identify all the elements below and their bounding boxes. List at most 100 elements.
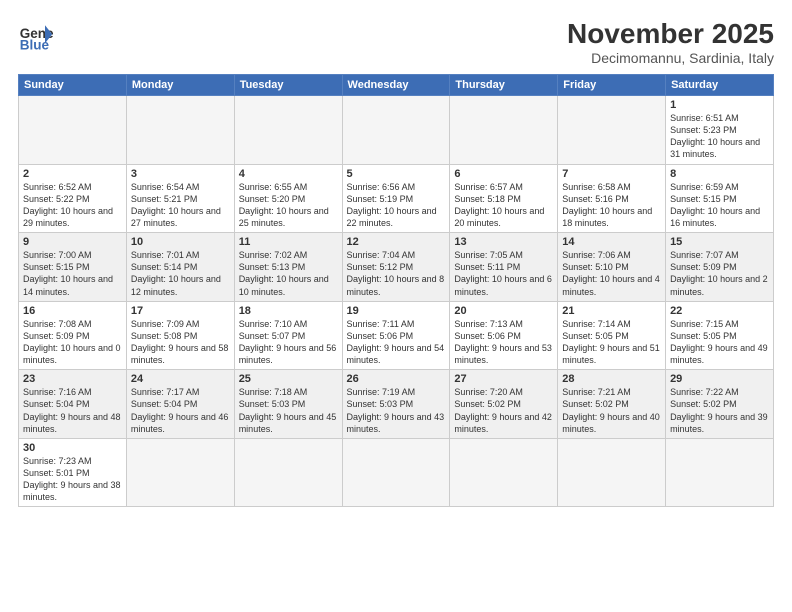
day-number: 30 xyxy=(23,442,122,454)
day-info: Sunrise: 7:06 AM Sunset: 5:10 PM Dayligh… xyxy=(562,249,661,298)
day-number: 6 xyxy=(454,168,553,180)
calendar-cell xyxy=(126,96,234,165)
weekday-header-row: Sunday Monday Tuesday Wednesday Thursday… xyxy=(19,75,774,96)
day-info: Sunrise: 7:19 AM Sunset: 5:03 PM Dayligh… xyxy=(347,386,446,435)
day-info: Sunrise: 7:08 AM Sunset: 5:09 PM Dayligh… xyxy=(23,318,122,367)
day-info: Sunrise: 7:18 AM Sunset: 5:03 PM Dayligh… xyxy=(239,386,338,435)
calendar-cell: 25Sunrise: 7:18 AM Sunset: 5:03 PM Dayli… xyxy=(234,370,342,439)
day-info: Sunrise: 7:22 AM Sunset: 5:02 PM Dayligh… xyxy=(670,386,769,435)
calendar-cell xyxy=(450,438,558,507)
day-info: Sunrise: 7:14 AM Sunset: 5:05 PM Dayligh… xyxy=(562,318,661,367)
calendar-cell xyxy=(666,438,774,507)
calendar-cell xyxy=(342,438,450,507)
calendar-cell xyxy=(234,96,342,165)
day-number: 5 xyxy=(347,168,446,180)
calendar-cell: 15Sunrise: 7:07 AM Sunset: 5:09 PM Dayli… xyxy=(666,233,774,302)
calendar-cell: 6Sunrise: 6:57 AM Sunset: 5:18 PM Daylig… xyxy=(450,164,558,233)
calendar-cell: 23Sunrise: 7:16 AM Sunset: 5:04 PM Dayli… xyxy=(19,370,127,439)
day-number: 24 xyxy=(131,373,230,385)
calendar-week-row-5: 30Sunrise: 7:23 AM Sunset: 5:01 PM Dayli… xyxy=(19,438,774,507)
day-info: Sunrise: 7:05 AM Sunset: 5:11 PM Dayligh… xyxy=(454,249,553,298)
calendar-cell: 19Sunrise: 7:11 AM Sunset: 5:06 PM Dayli… xyxy=(342,301,450,370)
day-number: 8 xyxy=(670,168,769,180)
day-info: Sunrise: 6:55 AM Sunset: 5:20 PM Dayligh… xyxy=(239,181,338,230)
calendar-cell: 1Sunrise: 6:51 AM Sunset: 5:23 PM Daylig… xyxy=(666,96,774,165)
day-info: Sunrise: 6:57 AM Sunset: 5:18 PM Dayligh… xyxy=(454,181,553,230)
day-number: 17 xyxy=(131,305,230,317)
calendar-cell: 30Sunrise: 7:23 AM Sunset: 5:01 PM Dayli… xyxy=(19,438,127,507)
logo: General Blue xyxy=(18,18,54,54)
day-number: 28 xyxy=(562,373,661,385)
calendar-cell: 17Sunrise: 7:09 AM Sunset: 5:08 PM Dayli… xyxy=(126,301,234,370)
day-number: 2 xyxy=(23,168,122,180)
header-monday: Monday xyxy=(126,75,234,96)
month-title: November 2025 xyxy=(567,18,774,50)
day-number: 22 xyxy=(670,305,769,317)
calendar-cell: 28Sunrise: 7:21 AM Sunset: 5:02 PM Dayli… xyxy=(558,370,666,439)
day-info: Sunrise: 7:10 AM Sunset: 5:07 PM Dayligh… xyxy=(239,318,338,367)
calendar-cell: 8Sunrise: 6:59 AM Sunset: 5:15 PM Daylig… xyxy=(666,164,774,233)
day-number: 3 xyxy=(131,168,230,180)
calendar-cell: 7Sunrise: 6:58 AM Sunset: 5:16 PM Daylig… xyxy=(558,164,666,233)
calendar-cell: 3Sunrise: 6:54 AM Sunset: 5:21 PM Daylig… xyxy=(126,164,234,233)
calendar-cell: 4Sunrise: 6:55 AM Sunset: 5:20 PM Daylig… xyxy=(234,164,342,233)
calendar-cell xyxy=(558,438,666,507)
day-info: Sunrise: 6:58 AM Sunset: 5:16 PM Dayligh… xyxy=(562,181,661,230)
header: General Blue November 2025 Decimomannu, … xyxy=(18,18,774,66)
page: General Blue November 2025 Decimomannu, … xyxy=(0,0,792,612)
day-info: Sunrise: 7:16 AM Sunset: 5:04 PM Dayligh… xyxy=(23,386,122,435)
day-number: 15 xyxy=(670,236,769,248)
day-number: 4 xyxy=(239,168,338,180)
calendar-cell: 12Sunrise: 7:04 AM Sunset: 5:12 PM Dayli… xyxy=(342,233,450,302)
location: Decimomannu, Sardinia, Italy xyxy=(567,50,774,66)
day-number: 21 xyxy=(562,305,661,317)
day-number: 26 xyxy=(347,373,446,385)
day-number: 7 xyxy=(562,168,661,180)
day-info: Sunrise: 7:20 AM Sunset: 5:02 PM Dayligh… xyxy=(454,386,553,435)
calendar-week-row-1: 2Sunrise: 6:52 AM Sunset: 5:22 PM Daylig… xyxy=(19,164,774,233)
day-number: 18 xyxy=(239,305,338,317)
day-info: Sunrise: 7:21 AM Sunset: 5:02 PM Dayligh… xyxy=(562,386,661,435)
calendar-week-row-4: 23Sunrise: 7:16 AM Sunset: 5:04 PM Dayli… xyxy=(19,370,774,439)
day-info: Sunrise: 7:15 AM Sunset: 5:05 PM Dayligh… xyxy=(670,318,769,367)
day-info: Sunrise: 6:52 AM Sunset: 5:22 PM Dayligh… xyxy=(23,181,122,230)
header-wednesday: Wednesday xyxy=(342,75,450,96)
day-number: 12 xyxy=(347,236,446,248)
day-info: Sunrise: 7:09 AM Sunset: 5:08 PM Dayligh… xyxy=(131,318,230,367)
day-number: 10 xyxy=(131,236,230,248)
calendar-cell: 22Sunrise: 7:15 AM Sunset: 5:05 PM Dayli… xyxy=(666,301,774,370)
calendar-cell: 26Sunrise: 7:19 AM Sunset: 5:03 PM Dayli… xyxy=(342,370,450,439)
day-number: 9 xyxy=(23,236,122,248)
day-info: Sunrise: 7:13 AM Sunset: 5:06 PM Dayligh… xyxy=(454,318,553,367)
day-number: 29 xyxy=(670,373,769,385)
calendar-cell: 27Sunrise: 7:20 AM Sunset: 5:02 PM Dayli… xyxy=(450,370,558,439)
calendar-cell: 24Sunrise: 7:17 AM Sunset: 5:04 PM Dayli… xyxy=(126,370,234,439)
calendar-cell: 16Sunrise: 7:08 AM Sunset: 5:09 PM Dayli… xyxy=(19,301,127,370)
calendar-cell: 5Sunrise: 6:56 AM Sunset: 5:19 PM Daylig… xyxy=(342,164,450,233)
calendar: Sunday Monday Tuesday Wednesday Thursday… xyxy=(18,74,774,507)
day-number: 23 xyxy=(23,373,122,385)
day-number: 25 xyxy=(239,373,338,385)
calendar-cell: 14Sunrise: 7:06 AM Sunset: 5:10 PM Dayli… xyxy=(558,233,666,302)
calendar-cell xyxy=(126,438,234,507)
header-sunday: Sunday xyxy=(19,75,127,96)
calendar-cell: 29Sunrise: 7:22 AM Sunset: 5:02 PM Dayli… xyxy=(666,370,774,439)
day-info: Sunrise: 7:00 AM Sunset: 5:15 PM Dayligh… xyxy=(23,249,122,298)
day-info: Sunrise: 7:04 AM Sunset: 5:12 PM Dayligh… xyxy=(347,249,446,298)
header-friday: Friday xyxy=(558,75,666,96)
day-number: 1 xyxy=(670,99,769,111)
logo-icon: General Blue xyxy=(18,18,54,54)
calendar-cell xyxy=(558,96,666,165)
day-info: Sunrise: 7:07 AM Sunset: 5:09 PM Dayligh… xyxy=(670,249,769,298)
calendar-cell: 2Sunrise: 6:52 AM Sunset: 5:22 PM Daylig… xyxy=(19,164,127,233)
calendar-cell xyxy=(19,96,127,165)
day-number: 13 xyxy=(454,236,553,248)
day-number: 14 xyxy=(562,236,661,248)
day-info: Sunrise: 7:01 AM Sunset: 5:14 PM Dayligh… xyxy=(131,249,230,298)
header-tuesday: Tuesday xyxy=(234,75,342,96)
calendar-cell xyxy=(342,96,450,165)
day-number: 20 xyxy=(454,305,553,317)
day-info: Sunrise: 6:51 AM Sunset: 5:23 PM Dayligh… xyxy=(670,112,769,161)
calendar-week-row-3: 16Sunrise: 7:08 AM Sunset: 5:09 PM Dayli… xyxy=(19,301,774,370)
day-number: 27 xyxy=(454,373,553,385)
